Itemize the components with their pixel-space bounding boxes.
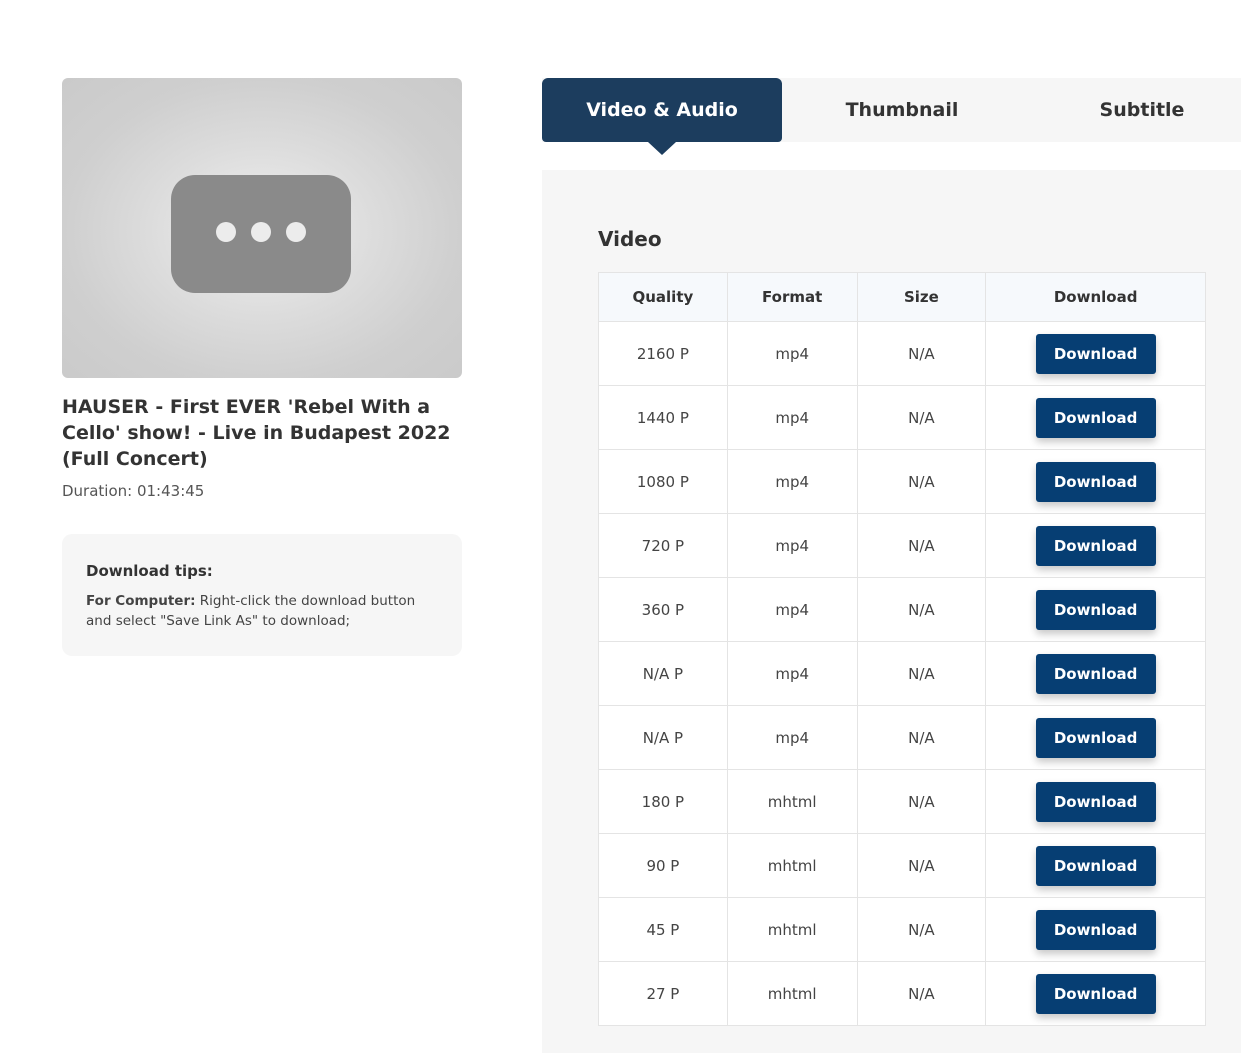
size-cell: N/A	[856, 449, 987, 514]
quality-cell: 1440 P	[598, 385, 728, 450]
download-cell: Download	[985, 769, 1206, 834]
table-header-row: Quality Format Size Download	[598, 272, 1206, 322]
format-cell: mp4	[726, 385, 858, 450]
video-loading-icon	[171, 175, 351, 293]
format-cell: mp4	[726, 321, 858, 386]
size-cell: N/A	[856, 577, 987, 642]
quality-cell: 90 P	[598, 833, 728, 898]
size-cell: N/A	[856, 321, 987, 386]
tab-bar: Video & Audio Thumbnail Subtitle	[542, 78, 1241, 142]
download-cell: Download	[985, 577, 1206, 642]
format-cell: mhtml	[726, 769, 858, 834]
download-button[interactable]: Download	[1035, 333, 1156, 374]
tips-label: For Computer:	[86, 593, 196, 609]
download-button[interactable]: Download	[1035, 461, 1156, 502]
download-cell: Download	[985, 705, 1206, 770]
table-row: 27 Pmhtml N/A Download	[598, 961, 1206, 1026]
download-button[interactable]: Download	[1035, 909, 1156, 950]
download-button[interactable]: Download	[1035, 973, 1156, 1014]
size-cell: N/A	[856, 385, 987, 450]
header-format: Format	[726, 272, 858, 322]
download-cell: Download	[985, 833, 1206, 898]
active-tab-indicator	[648, 142, 676, 155]
format-cell: mp4	[726, 449, 858, 514]
loading-dot	[286, 222, 306, 242]
quality-cell: 45 P	[598, 897, 728, 962]
download-cell: Download	[985, 961, 1206, 1026]
video-title: HAUSER - First EVER 'Rebel With a Cello'…	[62, 396, 451, 470]
table-row: 90 Pmhtml N/A Download	[598, 833, 1206, 898]
download-button[interactable]: Download	[1035, 653, 1156, 694]
video-thumbnail	[62, 78, 462, 378]
quality-cell: 1080 P	[598, 449, 728, 514]
size-cell: N/A	[856, 833, 987, 898]
download-button[interactable]: Download	[1035, 781, 1156, 822]
table-row: 180 Pmhtml N/A Download	[598, 769, 1206, 834]
download-button[interactable]: Download	[1035, 397, 1156, 438]
format-cell: mp4	[726, 513, 858, 578]
table-row: 1080 Pmp4 N/A Download	[598, 449, 1206, 514]
quality-cell: 27 P	[598, 961, 728, 1026]
download-cell: Download	[985, 385, 1206, 450]
format-cell: mhtml	[726, 897, 858, 962]
loading-dot	[251, 222, 271, 242]
quality-cell: 180 P	[598, 769, 728, 834]
header-size: Size	[856, 272, 987, 322]
format-cell: mp4	[726, 705, 858, 770]
formats-table: Quality Format Size Download 2160 Pmp4 N/…	[598, 272, 1206, 1026]
tips-heading: Download tips:	[86, 562, 213, 580]
table-row: 45 Pmhtml N/A Download	[598, 897, 1206, 962]
size-cell: N/A	[856, 897, 987, 962]
download-button[interactable]: Download	[1035, 589, 1156, 630]
download-cell: Download	[985, 513, 1206, 578]
download-cell: Download	[985, 321, 1206, 386]
quality-cell: 360 P	[598, 577, 728, 642]
header-download: Download	[985, 272, 1206, 322]
quality-cell: 720 P	[598, 513, 728, 578]
video-duration: Duration: 01:43:45	[62, 482, 205, 500]
table-row: 720 Pmp4 N/A Download	[598, 513, 1206, 578]
download-cell: Download	[985, 897, 1206, 962]
download-cell: Download	[985, 641, 1206, 706]
tips-text: For Computer: Right-click the download b…	[86, 591, 438, 631]
size-cell: N/A	[856, 705, 987, 770]
format-cell: mp4	[726, 641, 858, 706]
download-tips: Download tips: For Computer: Right-click…	[62, 534, 462, 656]
tab-thumbnail[interactable]: Thumbnail	[782, 78, 1022, 142]
quality-cell: N/A P	[598, 641, 728, 706]
size-cell: N/A	[856, 513, 987, 578]
table-row: N/A Pmp4 N/A Download	[598, 705, 1206, 770]
format-cell: mhtml	[726, 961, 858, 1026]
size-cell: N/A	[856, 641, 987, 706]
loading-dot	[216, 222, 236, 242]
download-button[interactable]: Download	[1035, 717, 1156, 758]
tab-subtitle[interactable]: Subtitle	[1022, 78, 1241, 142]
header-quality: Quality	[598, 272, 728, 322]
size-cell: N/A	[856, 769, 987, 834]
size-cell: N/A	[856, 961, 987, 1026]
table-row: 360 Pmp4 N/A Download	[598, 577, 1206, 642]
download-cell: Download	[985, 449, 1206, 514]
quality-cell: N/A P	[598, 705, 728, 770]
table-row: 1440 Pmp4 N/A Download	[598, 385, 1206, 450]
table-row: 2160 Pmp4 N/A Download	[598, 321, 1206, 386]
tab-video-audio[interactable]: Video & Audio	[542, 78, 782, 142]
section-title: Video	[598, 227, 662, 251]
quality-cell: 2160 P	[598, 321, 728, 386]
table-row: N/A Pmp4 N/A Download	[598, 641, 1206, 706]
download-button[interactable]: Download	[1035, 845, 1156, 886]
format-cell: mp4	[726, 577, 858, 642]
format-cell: mhtml	[726, 833, 858, 898]
download-button[interactable]: Download	[1035, 525, 1156, 566]
